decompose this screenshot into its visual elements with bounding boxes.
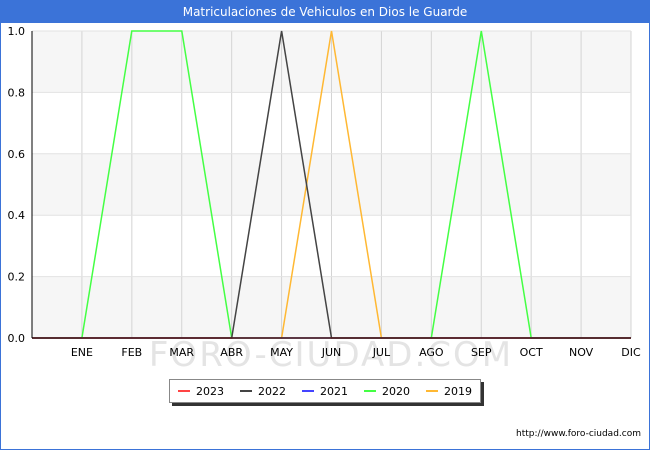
legend-label: 2019	[444, 384, 472, 398]
x-tick-label: MAY	[270, 346, 293, 359]
legend-swatch	[240, 390, 252, 392]
legend-item-2023: 2023	[178, 385, 224, 398]
legend-label: 2021	[320, 384, 348, 398]
x-tick-label: SEP	[471, 346, 492, 359]
legend-item-2019: 2019	[426, 385, 472, 398]
x-tick-label: ABR	[220, 346, 243, 359]
x-tick-label: DIC	[621, 346, 641, 359]
legend-item-2021: 2021	[302, 385, 348, 398]
y-tick-labels: 0.0 0.2 0.4 0.6 0.8 1.0	[8, 25, 26, 345]
chart-frame: Matriculaciones de Vehiculos en Dios le …	[0, 0, 650, 450]
source-url: http://www.foro-ciudad.com	[516, 429, 641, 439]
legend-label: 2022	[258, 384, 286, 398]
x-tick-label: ENE	[71, 346, 93, 359]
legend-swatch	[302, 390, 314, 392]
legend-item-2022: 2022	[240, 385, 286, 398]
x-tick-label: NOV	[569, 346, 594, 359]
y-tick-label: 0.6	[8, 148, 26, 161]
y-tick-label: 0.8	[8, 86, 26, 99]
legend-label: 2020	[382, 384, 410, 398]
x-tick-label: FEB	[121, 346, 142, 359]
legend: 2023 2022 2021 2020 2019	[169, 379, 481, 403]
y-tick-label: 0.2	[8, 271, 26, 284]
x-tick-label: MAR	[169, 346, 194, 359]
legend-swatch	[364, 390, 376, 392]
y-tick-label: 1.0	[8, 25, 26, 38]
legend-swatch	[178, 390, 190, 392]
legend-item-2020: 2020	[364, 385, 410, 398]
y-tick-label: 0.4	[8, 209, 26, 222]
x-tick-label: JUN	[321, 346, 342, 359]
x-tick-label: OCT	[520, 346, 543, 359]
x-tick-label: JUL	[372, 346, 391, 359]
legend-label: 2023	[196, 384, 224, 398]
legend-swatch	[426, 390, 438, 392]
x-tick-label: AGO	[419, 346, 444, 359]
y-tick-label: 0.0	[8, 332, 26, 345]
